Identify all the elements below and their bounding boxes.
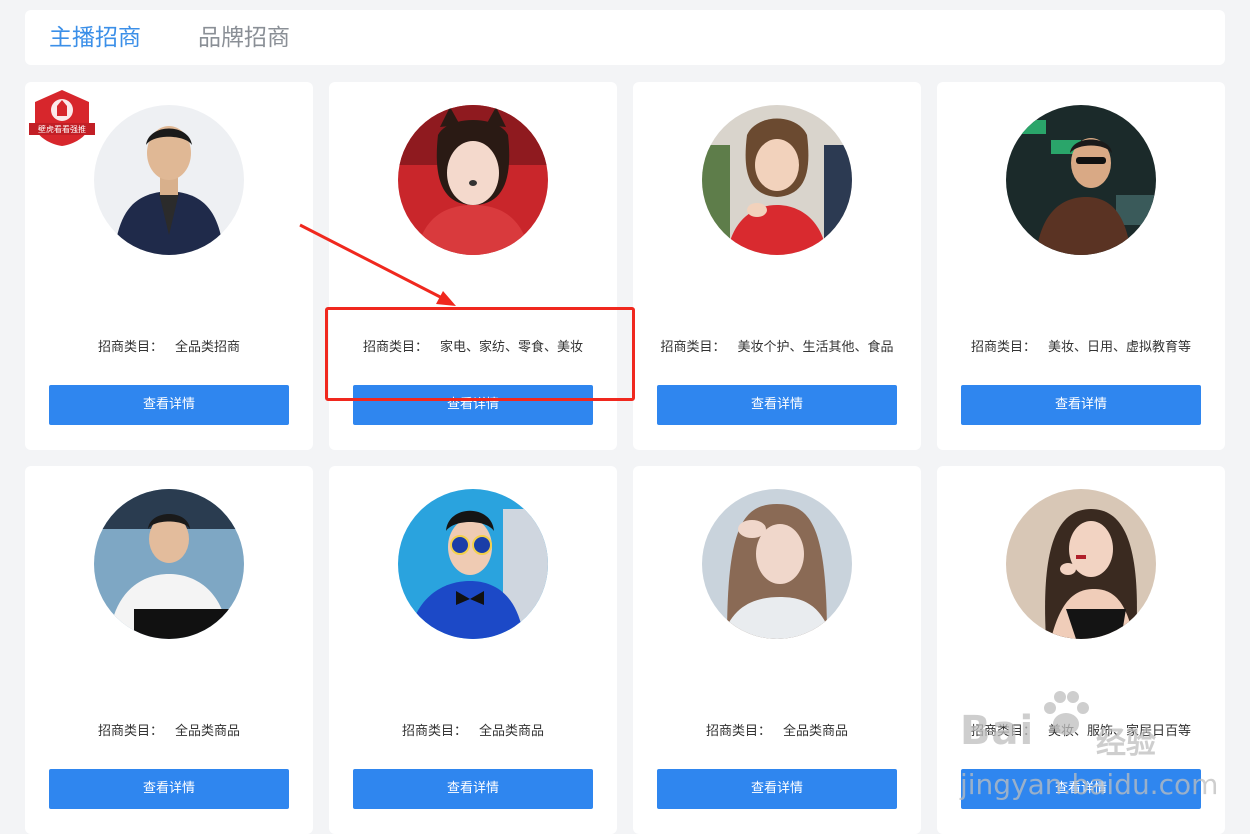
category-line: 招商类目： 家电、家纺、零食、美妆 bbox=[329, 339, 617, 357]
streamer-avatar[interactable] bbox=[1006, 105, 1156, 255]
category-value: 全品类商品 bbox=[783, 724, 849, 739]
category-value: 全品类商品 bbox=[479, 724, 545, 739]
streamer-card: 招商类目： 美妆、服饰、家居日百等 查看详情 bbox=[937, 466, 1225, 834]
streamer-avatar[interactable] bbox=[702, 105, 852, 255]
category-line: 招商类目： 美妆、服饰、家居日百等 bbox=[937, 723, 1225, 741]
view-details-button[interactable]: 查看详情 bbox=[49, 385, 289, 425]
streamer-card: 招商类目： 家电、家纺、零食、美妆 查看详情 bbox=[329, 82, 617, 450]
category-line: 招商类目： 美妆、日用、虚拟教育等 bbox=[937, 339, 1225, 357]
category-label: 招商类目： bbox=[401, 724, 467, 739]
badge-text: 壁虎看看强推 bbox=[38, 124, 86, 134]
streamer-card: 招商类目： 全品类商品 查看详情 bbox=[25, 466, 313, 834]
category-value: 美妆个护、生活其他、食品 bbox=[737, 340, 894, 355]
category-label: 招商类目： bbox=[705, 724, 771, 739]
category-value: 美妆、日用、虚拟教育等 bbox=[1048, 340, 1192, 355]
category-line: 招商类目： 全品类商品 bbox=[633, 723, 921, 741]
category-label: 招商类目： bbox=[970, 724, 1036, 739]
view-details-button[interactable]: 查看详情 bbox=[657, 769, 897, 809]
streamer-avatar[interactable] bbox=[94, 105, 244, 255]
streamer-avatar[interactable] bbox=[1006, 489, 1156, 639]
streamer-avatar[interactable] bbox=[94, 489, 244, 639]
category-label: 招商类目： bbox=[660, 340, 726, 355]
streamer-avatar[interactable] bbox=[398, 489, 548, 639]
category-line: 招商类目： 美妆个护、生活其他、食品 bbox=[633, 339, 921, 357]
streamer-card: 招商类目： 美妆个护、生活其他、食品 查看详情 bbox=[633, 82, 921, 450]
category-value: 全品类招商 bbox=[175, 340, 241, 355]
category-value: 家电、家纺、零食、美妆 bbox=[440, 340, 584, 355]
tab-brand-recruitment[interactable]: 品牌招商 bbox=[198, 24, 290, 52]
recommend-badge: 壁虎看看强推 bbox=[29, 88, 95, 148]
category-label: 招商类目： bbox=[97, 724, 163, 739]
category-label: 招商类目： bbox=[97, 340, 163, 355]
category-line: 招商类目： 全品类商品 bbox=[25, 723, 313, 741]
view-details-button[interactable]: 查看详情 bbox=[961, 769, 1201, 809]
tab-bar: 主播招商 品牌招商 bbox=[25, 10, 1225, 65]
tab-streamer-recruitment[interactable]: 主播招商 bbox=[49, 24, 141, 52]
streamer-avatar[interactable] bbox=[398, 105, 548, 255]
view-details-button[interactable]: 查看详情 bbox=[353, 769, 593, 809]
view-details-button[interactable]: 查看详情 bbox=[353, 385, 593, 425]
category-label: 招商类目： bbox=[362, 340, 428, 355]
view-details-button[interactable]: 查看详情 bbox=[657, 385, 897, 425]
category-label: 招商类目： bbox=[970, 340, 1036, 355]
streamer-card: 招商类目： 全品类商品 查看详情 bbox=[633, 466, 921, 834]
streamer-avatar[interactable] bbox=[702, 489, 852, 639]
streamer-card: 招商类目： 全品类商品 查看详情 bbox=[329, 466, 617, 834]
category-value: 全品类商品 bbox=[175, 724, 241, 739]
view-details-button[interactable]: 查看详情 bbox=[961, 385, 1201, 425]
category-value: 美妆、服饰、家居日百等 bbox=[1048, 724, 1192, 739]
category-line: 招商类目： 全品类商品 bbox=[329, 723, 617, 741]
view-details-button[interactable]: 查看详情 bbox=[49, 769, 289, 809]
streamer-card: 招商类目： 美妆、日用、虚拟教育等 查看详情 bbox=[937, 82, 1225, 450]
category-line: 招商类目： 全品类招商 bbox=[25, 339, 313, 357]
